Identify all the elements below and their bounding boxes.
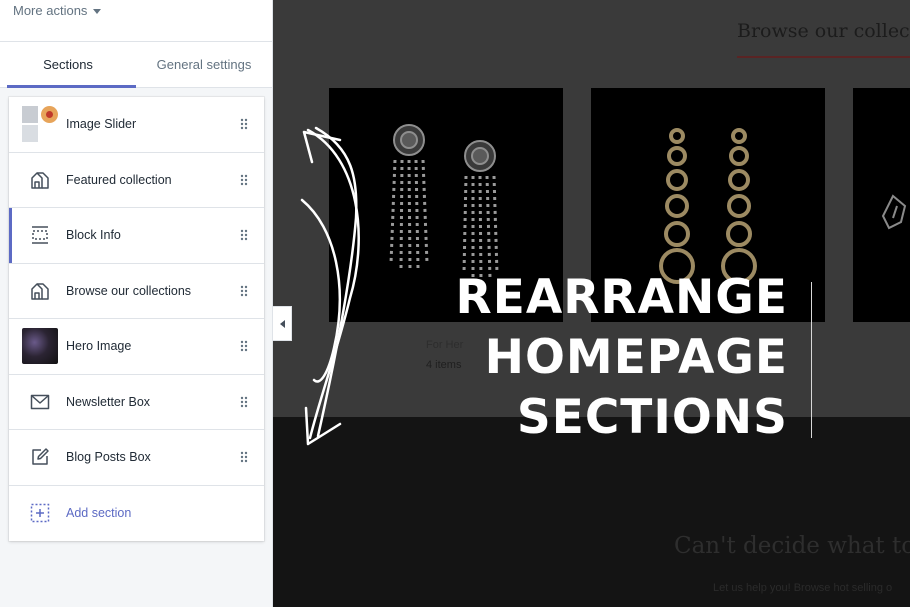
- envelope-icon: [22, 384, 58, 420]
- drag-handle-icon[interactable]: [234, 451, 254, 463]
- heading-underline: [737, 56, 910, 58]
- section-item-blog-posts-box[interactable]: Blog Posts Box: [9, 430, 264, 486]
- image-slider-thumbnail: [22, 106, 58, 143]
- tab-general-settings-label: General settings: [156, 57, 252, 72]
- section-list: Image Slider Featured collection Block I…: [9, 97, 264, 541]
- section-item-browse-our-collections[interactable]: Browse our collections: [9, 263, 264, 319]
- section-item-label: Newsletter Box: [66, 394, 151, 409]
- promo-overlay-title: REARRANGE HOMEPAGE SECTIONS: [456, 268, 788, 448]
- section-item-label: Featured collection: [66, 172, 172, 187]
- chevron-left-icon: [279, 319, 285, 328]
- block-info-icon: [22, 217, 58, 253]
- theme-editor-sidebar: More actions Sections General settings I…: [0, 0, 273, 607]
- collection-icon: [22, 273, 58, 309]
- sidebar-topbar: More actions: [0, 0, 272, 42]
- promo-divider: [811, 282, 812, 438]
- section-item-label: Block Info: [66, 228, 121, 243]
- tab-general-settings[interactable]: General settings: [136, 42, 272, 87]
- drag-handle-icon[interactable]: [234, 229, 254, 241]
- section-item-label: Browse our collections: [66, 283, 192, 298]
- promo-title-line: SECTIONS: [516, 390, 788, 445]
- section-item-label: Blog Posts Box: [66, 450, 151, 465]
- section-item-image-slider[interactable]: Image Slider: [9, 97, 264, 153]
- sidebar-tabs: Sections General settings: [0, 42, 272, 88]
- section-item-block-info[interactable]: Block Info: [9, 208, 264, 264]
- drag-handle-icon[interactable]: [234, 340, 254, 352]
- cta-heading: Can't decide what to: [674, 533, 910, 559]
- tab-sections[interactable]: Sections: [0, 42, 136, 88]
- drag-handle-icon[interactable]: [234, 118, 254, 130]
- section-item-label: Hero Image: [66, 339, 132, 354]
- promo-title-line: REARRANGE: [455, 270, 788, 325]
- more-actions-label: More actions: [13, 3, 88, 18]
- add-section-icon: [22, 495, 58, 531]
- rearrange-arrows-icon: [300, 126, 360, 446]
- cta-text: Let us help you! Browse hot selling o: [713, 582, 893, 594]
- drag-handle-icon[interactable]: [234, 174, 254, 186]
- section-item-hero-image[interactable]: Hero Image: [9, 319, 264, 375]
- caret-down-icon: [93, 8, 102, 14]
- drag-handle-icon[interactable]: [234, 396, 254, 408]
- section-item-label: Image Slider: [66, 117, 137, 132]
- hero-image-thumbnail: [22, 328, 58, 365]
- collections-heading: Browse our collecti: [737, 20, 910, 42]
- drag-handle-icon[interactable]: [234, 285, 254, 297]
- add-section-label: Add section: [66, 506, 132, 521]
- more-actions-button[interactable]: More actions: [13, 3, 102, 18]
- promo-title-line: HOMEPAGE: [484, 330, 788, 385]
- tab-sections-label: Sections: [43, 57, 93, 72]
- collapse-sidebar-button[interactable]: [273, 306, 292, 341]
- edit-icon: [22, 439, 58, 475]
- add-section-button[interactable]: Add section: [9, 485, 264, 541]
- collection-icon: [22, 162, 58, 198]
- section-item-featured-collection[interactable]: Featured collection: [9, 152, 264, 208]
- section-item-newsletter-box[interactable]: Newsletter Box: [9, 374, 264, 430]
- product-image-partial[interactable]: [853, 88, 910, 322]
